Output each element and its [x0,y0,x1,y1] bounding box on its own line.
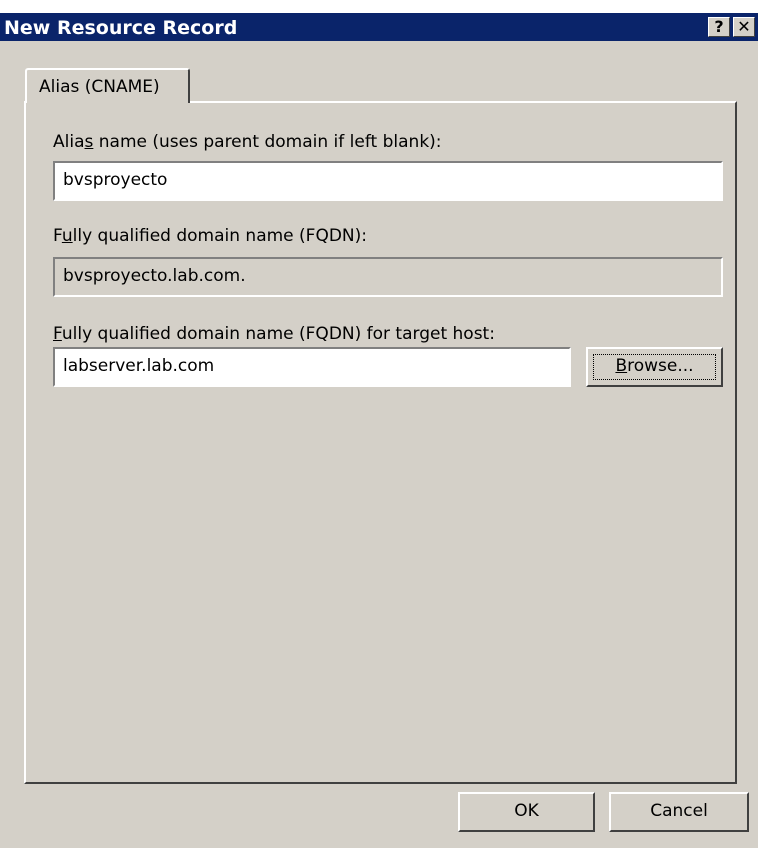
tab-label: Alias (CNAME) [39,77,160,97]
help-icon: ? [714,17,724,36]
background-window-strip [0,0,758,13]
new-resource-record-dialog: New Resource Record ? ✕ Alias (CNAME) Al… [0,13,758,848]
tab-panel [24,101,737,784]
ok-button[interactable]: OK [458,792,595,832]
close-button[interactable]: ✕ [733,17,755,37]
window-title: New Resource Record [4,17,238,39]
help-button[interactable]: ? [708,17,730,37]
cancel-button[interactable]: Cancel [609,792,749,832]
tab-alias-cname[interactable]: Alias (CNAME) [25,68,190,103]
close-icon: ✕ [737,17,751,36]
title-bar[interactable]: New Resource Record ? ✕ [0,13,758,41]
